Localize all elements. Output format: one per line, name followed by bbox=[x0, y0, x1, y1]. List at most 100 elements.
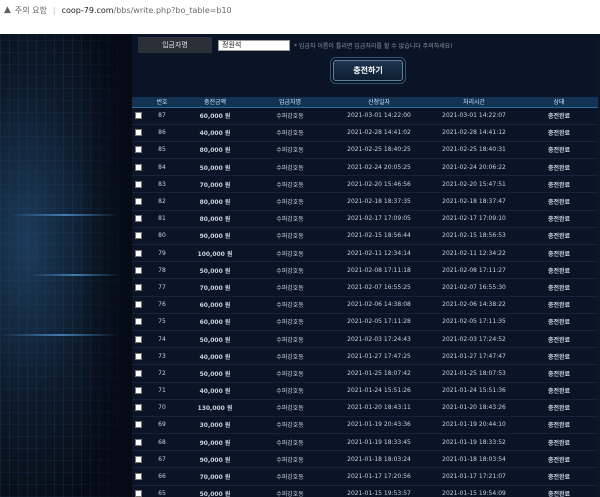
row-checkbox[interactable] bbox=[134, 215, 142, 223]
row-checkbox[interactable] bbox=[134, 387, 142, 395]
depositor-hint: * 입금자 이름이 틀리면 입금처리를 할 수 없습니다 주의하세요! bbox=[294, 42, 453, 50]
row-checkbox[interactable] bbox=[134, 301, 142, 309]
depositor-row: 입금자명 * 입금자 이름이 틀리면 입금처리를 할 수 없습니다 주의하세요! bbox=[132, 36, 598, 54]
row-checkbox[interactable] bbox=[134, 369, 142, 377]
row-amount: 40,000 원 bbox=[180, 124, 250, 142]
row-amount: 60,000 원 bbox=[180, 296, 250, 314]
row-request-date: 2021-02-08 17:11:18 bbox=[330, 261, 428, 280]
table-row: 67 90,000 원 수퍼강호동 2021-01-18 18:03:24 2021-0… bbox=[132, 450, 598, 469]
row-request-date: 2021-01-27 17:47:25 bbox=[330, 347, 428, 366]
table-row: 83 70,000 원 수퍼강호동 2021-02-20 15:46:56 2021-0… bbox=[132, 175, 598, 194]
row-status: 충전완료 bbox=[520, 313, 598, 331]
row-checkbox[interactable] bbox=[134, 249, 142, 257]
table-row: 65 50,000 원 수퍼강호동 2021-01-15 19:53:57 2021-0… bbox=[132, 485, 598, 497]
table-row: 75 60,000 원 수퍼강호동 2021-02-05 17:11:28 2021-0… bbox=[132, 313, 598, 331]
row-process-time: 2021-01-20 18:43:26 bbox=[428, 399, 520, 417]
row-checkbox[interactable] bbox=[134, 473, 142, 481]
header-request-date: 신청일자 bbox=[330, 97, 428, 108]
depositor-input[interactable] bbox=[218, 39, 290, 51]
row-checkbox[interactable] bbox=[134, 490, 142, 497]
row-checkbox[interactable] bbox=[134, 421, 142, 429]
row-checkbox[interactable] bbox=[134, 318, 142, 326]
row-amount: 50,000 원 bbox=[180, 485, 250, 497]
row-amount: 90,000 원 bbox=[180, 450, 250, 469]
row-checkbox-cell bbox=[132, 124, 144, 142]
row-process-time: 2021-02-06 14:38:22 bbox=[428, 296, 520, 314]
row-depositor: 수퍼강호동 bbox=[250, 433, 330, 452]
row-checkbox[interactable] bbox=[134, 146, 142, 154]
row-checkbox[interactable] bbox=[134, 455, 142, 463]
header-check bbox=[132, 97, 144, 108]
row-request-date: 2021-02-05 17:11:28 bbox=[330, 313, 428, 331]
row-amount: 50,000 원 bbox=[180, 158, 250, 177]
url-text[interactable]: coop-79.com/bbs/write.php?bo_table=b10 bbox=[62, 6, 232, 15]
address-separator: | bbox=[52, 5, 56, 15]
row-status: 충전완료 bbox=[520, 210, 598, 228]
row-checkbox-cell bbox=[132, 296, 144, 314]
warning-triangle-icon[interactable]: ▲ bbox=[4, 5, 11, 15]
charge-button[interactable]: 충전하기 bbox=[333, 60, 403, 81]
row-depositor: 수퍼강호동 bbox=[250, 227, 330, 246]
row-number: 86 bbox=[144, 124, 180, 142]
row-checkbox[interactable] bbox=[134, 335, 142, 343]
security-warning-label[interactable]: 주의 요함 bbox=[15, 5, 47, 16]
row-process-time: 2021-01-19 20:44:10 bbox=[428, 416, 520, 435]
row-amount: 40,000 원 bbox=[180, 382, 250, 400]
row-depositor: 수퍼강호동 bbox=[250, 244, 330, 263]
row-process-time: 2021-02-11 12:34:22 bbox=[428, 244, 520, 263]
row-number: 85 bbox=[144, 141, 180, 160]
row-checkbox[interactable] bbox=[134, 283, 142, 291]
row-checkbox-cell bbox=[132, 141, 144, 160]
row-checkbox-cell bbox=[132, 330, 144, 349]
row-request-date: 2021-02-07 16:55:25 bbox=[330, 278, 428, 297]
row-amount: 30,000 원 bbox=[180, 416, 250, 435]
header-amount: 충전금액 bbox=[180, 97, 250, 108]
row-checkbox-cell bbox=[132, 175, 144, 194]
row-checkbox-cell bbox=[132, 192, 144, 211]
row-process-time: 2021-02-05 17:11:35 bbox=[428, 313, 520, 331]
row-checkbox-cell bbox=[132, 433, 144, 452]
row-checkbox-cell bbox=[132, 450, 144, 469]
row-number: 75 bbox=[144, 313, 180, 331]
row-status: 충전완료 bbox=[520, 192, 598, 211]
table-row: 72 50,000 원 수퍼강호동 2021-01-25 18:07:42 2021-0… bbox=[132, 364, 598, 383]
row-number: 66 bbox=[144, 467, 180, 486]
row-request-date: 2021-02-11 12:34:14 bbox=[330, 244, 428, 263]
row-process-time: 2021-02-28 14:41:12 bbox=[428, 124, 520, 142]
row-process-time: 2021-02-08 17:11:27 bbox=[428, 261, 520, 280]
table-row: 71 40,000 원 수퍼강호동 2021-01-24 15:51:26 2021-0… bbox=[132, 382, 598, 400]
row-status: 충전완료 bbox=[520, 364, 598, 383]
row-checkbox-cell bbox=[132, 416, 144, 435]
row-checkbox[interactable] bbox=[134, 352, 142, 360]
table-row: 69 30,000 원 수퍼강호동 2021-01-19 20:43:36 2021-0… bbox=[132, 416, 598, 435]
charge-history-table: 번호 충전금액 입금자명 신청일자 처리시간 상태 87 60,000 원 수퍼강호… bbox=[132, 97, 598, 497]
header-depositor: 입금자명 bbox=[250, 97, 330, 108]
row-checkbox[interactable] bbox=[134, 163, 142, 171]
row-process-time: 2021-01-19 18:33:52 bbox=[428, 433, 520, 452]
row-request-date: 2021-01-19 20:43:36 bbox=[330, 416, 428, 435]
row-checkbox[interactable] bbox=[134, 438, 142, 446]
row-checkbox[interactable] bbox=[134, 129, 142, 137]
row-number: 77 bbox=[144, 278, 180, 297]
row-checkbox[interactable] bbox=[134, 404, 142, 412]
address-bar[interactable]: ▲ 주의 요함 | coop-79.com/bbs/write.php?bo_t… bbox=[0, 0, 600, 20]
row-request-date: 2021-02-15 18:56:44 bbox=[330, 227, 428, 246]
row-checkbox-cell bbox=[132, 244, 144, 263]
row-amount: 80,000 원 bbox=[180, 192, 250, 211]
row-depositor: 수퍼강호동 bbox=[250, 313, 330, 331]
row-amount: 80,000 원 bbox=[180, 210, 250, 228]
row-process-time: 2021-01-17 17:21:07 bbox=[428, 467, 520, 486]
row-checkbox[interactable] bbox=[134, 112, 142, 120]
table-row: 87 60,000 원 수퍼강호동 2021-03-01 14:22:00 2021-0… bbox=[132, 107, 598, 125]
row-number: 74 bbox=[144, 330, 180, 349]
row-status: 충전완료 bbox=[520, 107, 598, 125]
row-amount: 90,000 원 bbox=[180, 227, 250, 246]
row-status: 충전완료 bbox=[520, 244, 598, 263]
row-checkbox[interactable] bbox=[134, 266, 142, 274]
row-checkbox[interactable] bbox=[134, 232, 142, 240]
row-status: 충전완료 bbox=[520, 416, 598, 435]
row-checkbox[interactable] bbox=[134, 198, 142, 206]
row-request-date: 2021-02-06 14:38:08 bbox=[330, 296, 428, 314]
row-checkbox[interactable] bbox=[134, 180, 142, 188]
table-row: 80 90,000 원 수퍼강호동 2021-02-15 18:56:44 2021-0… bbox=[132, 227, 598, 246]
